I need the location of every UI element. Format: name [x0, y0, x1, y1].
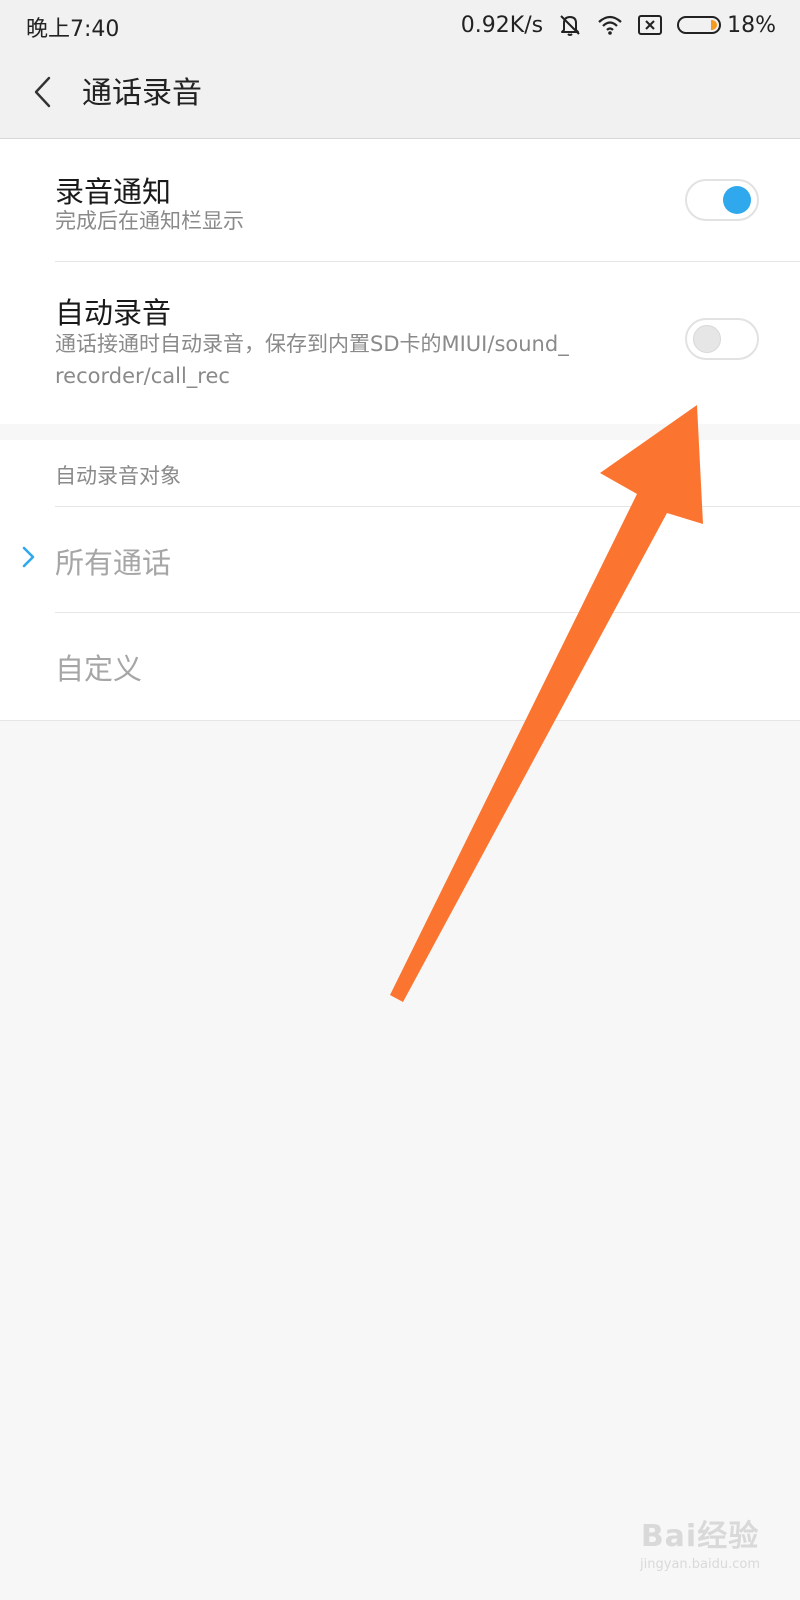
battery: 18%	[677, 13, 776, 38]
wifi-icon	[597, 14, 623, 36]
check-chevron-icon	[20, 545, 36, 573]
setting-row-auto-record[interactable]: 自动录音 通话接通时自动录音，保存到内置SD卡的MIUI/sound_recor…	[0, 262, 800, 424]
net-speed: 0.92K/s	[460, 12, 544, 38]
title-bar: 通话录音	[0, 50, 800, 139]
back-button[interactable]	[20, 70, 64, 114]
recording-settings-card: 录音通知 完成后在通知栏显示 自动录音 通话接通时自动录音，保存到内置SD卡的M…	[0, 139, 800, 424]
option-label: 自定义	[55, 652, 143, 686]
watermark-url: jingyan.baidu.com	[640, 1557, 760, 1572]
option-custom[interactable]: 自定义	[0, 613, 800, 717]
watermark: Bai经验 jingyan.baidu.com	[640, 1511, 760, 1572]
notify-toggle[interactable]	[685, 179, 759, 221]
setting-title: 自动录音	[55, 296, 172, 330]
status-bar: 晚上7:40 0.92K/s 18%	[0, 0, 800, 50]
setting-row-notify[interactable]: 录音通知 完成后在通知栏显示	[0, 139, 800, 261]
toggle-knob	[723, 186, 751, 214]
battery-icon	[677, 16, 722, 34]
battery-percent: 18%	[727, 12, 776, 38]
setting-subtitle: 完成后在通知栏显示	[55, 209, 244, 233]
watermark-logo: Bai经验	[640, 1519, 760, 1554]
chevron-left-icon	[34, 76, 51, 108]
option-all-calls[interactable]: 所有通话	[0, 507, 800, 611]
status-time: 晚上7:40	[26, 17, 120, 42]
sim-x-icon	[637, 14, 663, 36]
auto-record-toggle[interactable]	[685, 318, 759, 360]
toggle-knob	[693, 325, 721, 353]
section-label: 自动录音对象	[55, 464, 181, 488]
auto-record-target-card: 自动录音对象 所有通话 自定义	[0, 440, 800, 721]
status-icons: 0.92K/s 18%	[461, 9, 776, 41]
page-title: 通话录音	[82, 76, 202, 111]
mute-bell-icon	[557, 12, 583, 38]
battery-level-fill	[711, 20, 718, 30]
option-label: 所有通话	[55, 546, 172, 580]
setting-subtitle: 通话接通时自动录音，保存到内置SD卡的MIUI/sound_recorder/c…	[55, 332, 569, 388]
